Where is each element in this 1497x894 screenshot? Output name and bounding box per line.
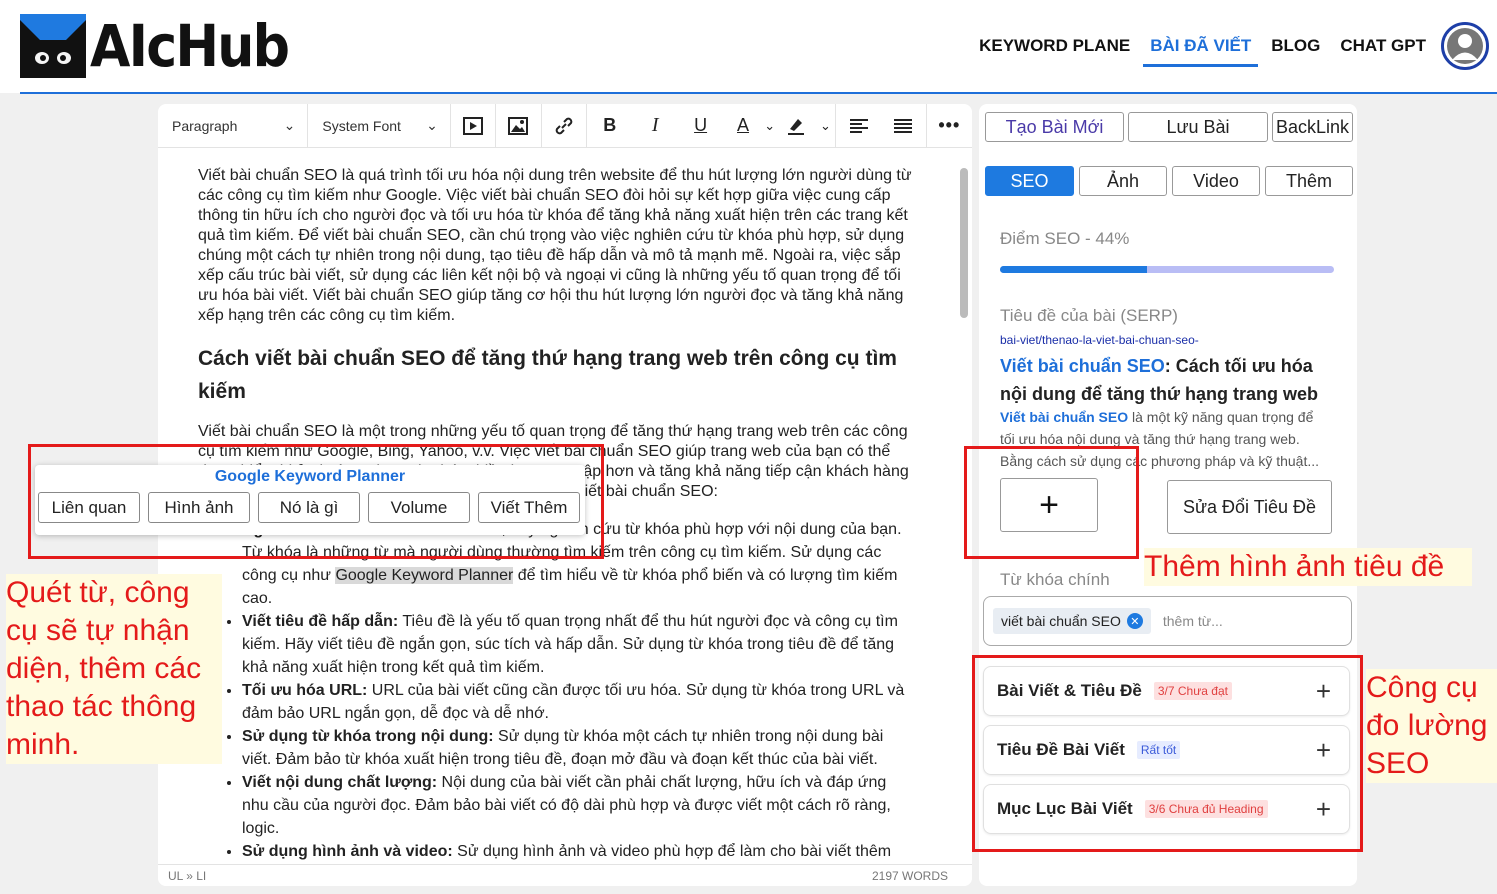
block-format-select[interactable]: Paragraph ⌄ xyxy=(158,104,309,148)
new-article-button[interactable]: Tạo Bài Mới xyxy=(985,112,1124,142)
backlink-button[interactable]: BackLink xyxy=(1272,112,1353,142)
keyword-chip: viết bài chuẩn SEO ✕ xyxy=(993,608,1151,634)
app-header: AIcHub KEYWORD PLANE BÀI ĐÃ VIẾT BLOG CH… xyxy=(0,0,1497,93)
annotation-seo-tools: Công cụ đo lường SEO xyxy=(1366,669,1497,783)
main-nav: KEYWORD PLANE BÀI ĐÃ VIẾT BLOG CHAT GPT xyxy=(966,34,1433,67)
nav-blog[interactable]: BLOG xyxy=(1264,34,1327,67)
tab-video[interactable]: Video xyxy=(1172,166,1260,196)
annotation-box-popup xyxy=(28,444,604,559)
serp-url: bai-viet/thenao-la-viet-bai-chuan-seo- xyxy=(1000,333,1199,347)
keyword-placeholder[interactable]: thêm từ... xyxy=(1163,613,1223,629)
annotation-smart-scan: Quét từ, công cụ sẽ tự nhận diện, thêm c… xyxy=(6,574,222,764)
article-heading: Cách viết bài chuẩn SEO để tăng thứ hạng… xyxy=(198,347,897,403)
chevron-down-icon: ⌄ xyxy=(426,117,438,133)
serp-title: Viết bài chuẩn SEO: Cách tối ưu hóa nội … xyxy=(1000,356,1319,404)
annotation-box-title-image xyxy=(964,446,1139,559)
image-icon[interactable] xyxy=(496,104,542,148)
italic-icon[interactable]: I xyxy=(632,104,677,148)
nav-keyword-plane[interactable]: KEYWORD PLANE xyxy=(972,34,1137,67)
tab-seo[interactable]: SEO xyxy=(985,166,1074,196)
list-item: Viết tiêu đề hấp dẫn: Tiêu đề là yếu tố … xyxy=(242,610,914,679)
text-color-icon[interactable]: A xyxy=(723,104,762,148)
seo-score-fill xyxy=(1000,266,1147,273)
remove-keyword-icon[interactable]: ✕ xyxy=(1126,613,1143,629)
font-family-value: System Font xyxy=(322,117,401,134)
align-left-icon[interactable] xyxy=(836,104,881,148)
link-icon[interactable] xyxy=(542,104,588,148)
list-item: Tối ưu hóa URL: URL của bài viết cũng cầ… xyxy=(242,679,914,725)
word-count[interactable]: 2197 WORDS xyxy=(872,869,948,883)
user-avatar-icon[interactable] xyxy=(1441,22,1489,70)
selected-keyword[interactable]: Google Keyword Planner xyxy=(335,567,514,584)
list-item: Sử dụng hình ảnh và video: Sử dụng hình … xyxy=(242,840,914,863)
annotation-title-image: Thêm hình ảnh tiêu đề xyxy=(1144,548,1472,586)
keyword-label: Từ khóa chính xyxy=(1000,570,1110,589)
edit-title-button[interactable]: Sửa Đổi Tiêu Đề xyxy=(1167,480,1332,534)
header-divider xyxy=(20,92,1497,94)
block-format-value: Paragraph xyxy=(172,117,238,134)
logo[interactable]: AIcHub xyxy=(20,14,310,78)
scrollbar-thumb[interactable] xyxy=(960,168,968,318)
more-icon[interactable]: ••• xyxy=(927,104,972,148)
nav-bai-da-viet[interactable]: BÀI ĐÃ VIẾT xyxy=(1143,34,1259,67)
element-path[interactable]: UL » LI xyxy=(168,869,206,883)
seo-score-label: Điểm SEO - 44% xyxy=(1000,229,1130,248)
editor-statusbar: UL » LI 2197 WORDS xyxy=(158,864,972,886)
keyword-input[interactable]: viết bài chuẩn SEO ✕ thêm từ... xyxy=(983,596,1352,646)
media-icon[interactable] xyxy=(451,104,497,148)
seo-score-bar xyxy=(1000,266,1334,273)
tab-more[interactable]: Thêm xyxy=(1265,166,1353,196)
font-family-select[interactable]: System Font ⌄ xyxy=(308,104,451,148)
justify-icon[interactable] xyxy=(881,104,927,148)
chevron-down-icon[interactable]: ⌄ xyxy=(763,104,777,148)
list-item: Viết nội dung chất lượng: Nội dung của b… xyxy=(242,771,914,840)
editor-toolbar: Paragraph ⌄ System Font ⌄ B I U A ⌄ ⌄ ••… xyxy=(158,104,972,148)
serp-label: Tiêu đề của bài (SERP) xyxy=(1000,306,1178,325)
nav-chat-gpt[interactable]: CHAT GPT xyxy=(1333,34,1433,67)
highlight-icon[interactable] xyxy=(777,104,816,148)
cat-logo-icon xyxy=(20,14,86,78)
chevron-down-icon[interactable]: ⌄ xyxy=(816,104,836,148)
list-item: Sử dụng từ khóa trong nội dung: Sử dụng … xyxy=(242,725,914,771)
intro-paragraph: Viết bài chuẩn SEO là quá trình tối ưu h… xyxy=(198,167,912,324)
chevron-down-icon: ⌄ xyxy=(283,117,296,133)
tab-images[interactable]: Ảnh xyxy=(1079,166,1167,196)
annotation-box-seo-tools xyxy=(972,655,1363,852)
underline-icon[interactable]: U xyxy=(678,104,723,148)
tips-list: Nghiên cứu từ khóa: Trước khi viết, hãy … xyxy=(198,518,914,863)
save-article-button[interactable]: Lưu Bài xyxy=(1128,112,1268,142)
logo-text: AIcHub xyxy=(90,12,290,80)
bold-icon[interactable]: B xyxy=(587,104,632,148)
